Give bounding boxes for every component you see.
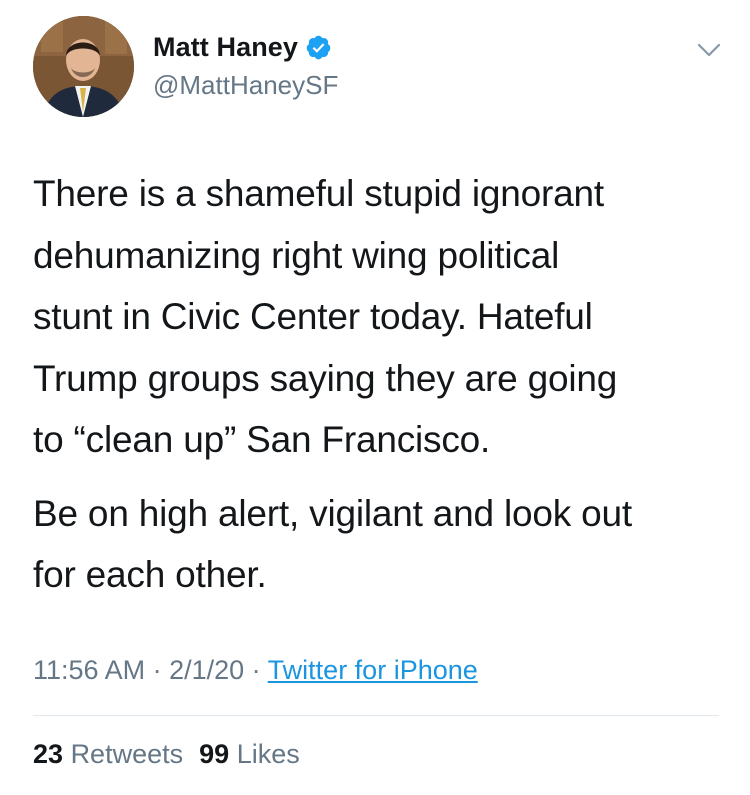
tweet-text: There is a shameful stupid ignorant dehu… [33, 163, 723, 606]
retweets-label: Retweets [70, 739, 184, 769]
author-handle[interactable]: @MattHaneySF [153, 70, 338, 101]
avatar-photo [33, 16, 134, 117]
author-name-row[interactable]: Matt Haney [153, 30, 332, 64]
likes-stat[interactable]: 99 Likes [199, 739, 300, 769]
chevron-down-icon[interactable] [697, 38, 721, 62]
verified-badge-icon [305, 34, 332, 61]
tweet-paragraph: There is a shameful stupid ignorant dehu… [33, 173, 618, 460]
retweets-count: 23 [33, 739, 64, 769]
tweet-date: 2/1/20 [169, 655, 245, 685]
tweet-paragraph: Be on high alert, vigilant and look out … [33, 492, 632, 596]
tweet-source-link[interactable]: Twitter for iPhone [268, 655, 478, 685]
divider [33, 715, 719, 716]
retweets-stat[interactable]: 23 Retweets [33, 739, 183, 769]
tweet-stats: 23 Retweets 99 Likes [33, 739, 300, 770]
likes-label: Likes [236, 739, 300, 769]
tweet-card: Matt Haney @MattHaneySF There is a shame… [0, 0, 750, 795]
display-name[interactable]: Matt Haney [153, 32, 298, 63]
meta-separator: · [145, 655, 170, 685]
likes-count: 99 [199, 739, 230, 769]
avatar[interactable] [33, 16, 134, 117]
tweet-meta: 11:56 AM · 2/1/20 · Twitter for iPhone [33, 655, 478, 686]
meta-separator: · [244, 655, 268, 685]
tweet-time: 11:56 AM [33, 655, 146, 685]
